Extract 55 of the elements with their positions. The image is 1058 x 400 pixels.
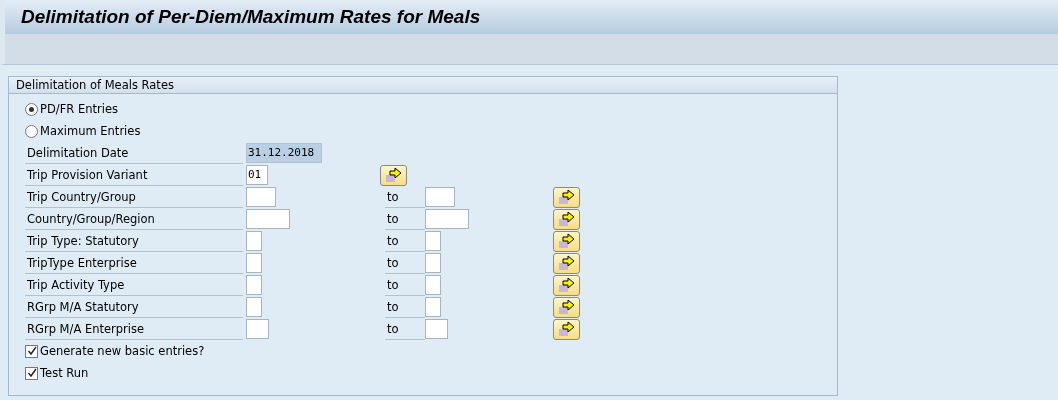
radio-option[interactable]: PD/FR Entries [25,98,837,120]
multiple-selection-button[interactable] [553,274,580,296]
input-field[interactable] [425,253,441,273]
checkbox-label: Generate new basic entries? [40,344,205,358]
radio-label: Maximum Entries [40,124,141,138]
radio-button[interactable] [25,102,38,116]
input-field[interactable] [246,297,262,317]
arrow-icon [557,299,576,315]
input-field[interactable] [425,231,441,251]
multiple-selection-button[interactable] [553,186,580,208]
field-label: RGrp M/A Statutory [25,296,243,318]
arrow-icon [557,255,576,271]
checkbox-option[interactable]: Test Run [25,362,837,384]
arrow-icon [557,189,576,205]
field-label: Delimitation Date [25,142,243,164]
input-field[interactable] [425,187,455,207]
field-label: Trip Country/Group [25,186,243,208]
field-label: Country/Group/Region [25,208,243,230]
checkbox[interactable] [25,344,38,358]
input-field[interactable] [246,187,276,207]
field-label: RGrp M/A Enterprise [25,318,243,340]
date-field[interactable]: 31.12.2018 [246,143,322,163]
checkbox[interactable] [25,366,38,380]
arrow-icon [557,321,576,337]
input-field[interactable] [425,275,441,295]
arrow-icon [384,167,403,183]
input-field[interactable] [425,297,441,317]
radio-option[interactable]: Maximum Entries [25,120,837,142]
input-field[interactable] [246,209,290,229]
input-field[interactable] [246,231,262,251]
checkbox-option[interactable]: Generate new basic entries? [25,340,837,362]
field-label: TripType Enterprise [25,252,243,274]
arrow-icon [557,277,576,293]
input-field[interactable]: 01 [246,165,268,185]
radio-label: PD/FR Entries [40,102,118,116]
input-field[interactable] [425,319,448,339]
group-title: Delimitation of Meals Rates [9,77,837,94]
input-field[interactable] [246,319,269,339]
input-field[interactable] [425,209,469,229]
field-label: Trip Type: Statutory [25,230,243,252]
checkbox-label: Test Run [40,366,89,380]
multiple-selection-button[interactable] [553,208,580,230]
arrow-icon [557,211,576,227]
window-title: Delimitation of Per-Diem/Maximum Rates for Meals [21,6,481,28]
input-field[interactable] [246,253,262,273]
arrow-icon [557,233,576,249]
multiple-selection-button[interactable] [553,230,580,252]
field-label: Trip Provision Variant [25,164,243,186]
input-field[interactable] [246,275,262,295]
multiple-selection-button[interactable] [380,164,407,186]
multiple-selection-button[interactable] [553,318,580,340]
radio-button[interactable] [25,124,38,138]
field-label: Trip Activity Type [25,274,243,296]
multiple-selection-button[interactable] [553,252,580,274]
multiple-selection-button[interactable] [553,296,580,318]
